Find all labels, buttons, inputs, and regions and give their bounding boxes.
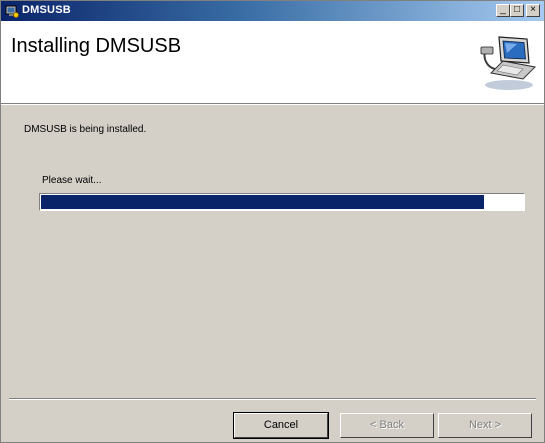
page-title: Installing DMSUSB [11, 35, 182, 57]
back-button[interactable]: < Back [340, 413, 434, 438]
install-status-text: DMSUSB is being installed. [24, 124, 147, 135]
install-progress-bar [39, 193, 525, 211]
maximize-button[interactable]: □ [510, 4, 524, 17]
cancel-button[interactable]: Cancel [233, 412, 329, 439]
please-wait-label: Please wait... [42, 175, 102, 186]
installer-window: DMSUSB _ □ × Installing DMSUSB DMSUSB is… [0, 0, 545, 443]
close-button[interactable]: × [526, 4, 540, 17]
next-button[interactable]: Next > [438, 413, 532, 438]
minimize-button[interactable]: _ [496, 4, 510, 17]
title-bar[interactable]: DMSUSB _ □ × [1, 1, 544, 21]
header-banner: Installing DMSUSB [1, 21, 544, 104]
footer-divider [9, 398, 536, 400]
computer-install-icon [480, 36, 537, 90]
progress-fill [41, 195, 484, 209]
window-title: DMSUSB [22, 4, 71, 16]
installer-app-icon [5, 5, 19, 18]
banner-divider [1, 104, 544, 105]
